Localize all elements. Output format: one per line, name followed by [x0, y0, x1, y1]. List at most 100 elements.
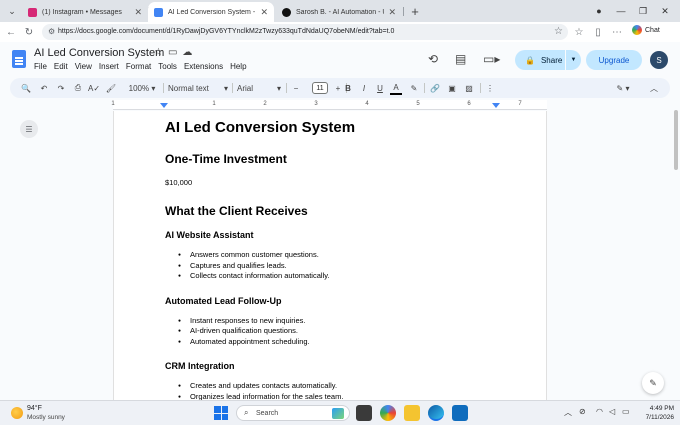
volume-icon[interactable]: ◁	[609, 407, 615, 416]
close-tab-icon[interactable]: ✕	[134, 7, 142, 18]
tab-upwork[interactable]: Sarosh B. - AI Automation - Upwork ✕	[276, 2, 402, 22]
paragraph-style-select[interactable]: Normal text ▾	[168, 81, 228, 95]
text-color-icon[interactable]: A	[390, 81, 402, 95]
close-tab-icon[interactable]: ✕	[260, 7, 268, 18]
highlight-color-icon[interactable]: ✎	[408, 81, 420, 95]
weather-temp[interactable]: 94°F	[27, 405, 42, 412]
editing-mode-icon[interactable]: ✎ ▾	[612, 81, 634, 95]
clock-date[interactable]: 7/11/2026	[638, 414, 674, 421]
taskbar-search[interactable]: ⌕ Search	[236, 405, 350, 421]
menu-edit[interactable]: Edit	[54, 62, 68, 71]
insert-comment-icon[interactable]: ▣	[446, 81, 458, 95]
close-window-icon[interactable]: ✕	[656, 3, 674, 19]
insert-image-icon[interactable]: ▨	[463, 81, 475, 95]
more-menu-icon[interactable]: ⋯	[609, 24, 625, 40]
wifi-icon[interactable]: ◠	[596, 407, 603, 416]
left-indent-marker[interactable]	[160, 103, 168, 108]
new-tab-button[interactable]: +	[407, 3, 423, 19]
ruler-number: 5	[416, 101, 420, 107]
toolbar-divider	[232, 83, 233, 93]
split-view-icon[interactable]: ▯	[590, 24, 606, 40]
document-page[interactable]: AI Led Conversion System One-Time Invest…	[113, 111, 547, 400]
google-docs-logo-icon[interactable]	[12, 50, 26, 68]
menu-view[interactable]: View	[75, 62, 92, 71]
store-icon[interactable]	[452, 405, 468, 421]
bookmark-star-icon[interactable]: ☆	[554, 26, 563, 37]
insert-link-icon[interactable]: 🔗	[429, 81, 441, 95]
redo-icon[interactable]: ↷	[55, 81, 67, 95]
reload-icon[interactable]: ↻	[21, 24, 37, 40]
undo-icon[interactable]: ↶	[38, 81, 50, 95]
menu-extensions[interactable]: Extensions	[184, 62, 223, 71]
comments-icon[interactable]: ▤	[455, 52, 466, 66]
menu-help[interactable]: Help	[230, 62, 246, 71]
history-icon[interactable]: ⟲	[428, 52, 438, 66]
avatar[interactable]: S	[650, 51, 668, 69]
chat-label: Chat	[645, 26, 660, 34]
share-dropdown-icon[interactable]: ▼	[565, 50, 581, 70]
tab-divider	[403, 7, 404, 16]
chrome-icon[interactable]	[380, 405, 396, 421]
star-icon[interactable]: ☆	[154, 47, 163, 58]
search-menus-icon[interactable]: 🔍	[20, 81, 32, 95]
list-item: Organizes lead information for the sales…	[178, 392, 505, 401]
windows-start-icon[interactable]	[214, 406, 228, 420]
ruler-number: 6	[467, 101, 471, 107]
extensions-icon[interactable]: ☆	[571, 24, 587, 40]
menu-file[interactable]: File	[34, 62, 47, 71]
underline-icon[interactable]: U	[374, 81, 386, 95]
tab-title: Sarosh B. - AI Automation - Upwork	[296, 8, 384, 16]
move-folder-icon[interactable]: ▭	[168, 47, 177, 58]
weather-sun-icon[interactable]	[11, 407, 23, 419]
document-outline-icon[interactable]: ☰	[20, 120, 38, 138]
file-explorer-icon[interactable]	[404, 405, 420, 421]
print-icon[interactable]: ⎙	[72, 81, 84, 95]
chat-float-icon[interactable]: ✎	[642, 372, 664, 394]
share-button[interactable]: 🔒 Share ▼	[515, 50, 581, 70]
network-off-icon[interactable]: ⊘	[579, 407, 586, 416]
maximize-icon[interactable]: ❐	[634, 3, 652, 19]
clock-time[interactable]: 4:49 PM	[644, 405, 674, 412]
font-size-input[interactable]: 11	[312, 82, 328, 94]
tab-google-docs[interactable]: AI Led Conversion System - Google Docs ✕	[148, 2, 274, 22]
profile-icon[interactable]: ●	[590, 3, 608, 19]
edge-icon[interactable]	[428, 405, 444, 421]
list-item: Collects contact information automatical…	[178, 271, 505, 282]
document-title[interactable]: AI Led Conversion System	[34, 47, 164, 59]
cloud-status-icon[interactable]: ☁	[182, 47, 192, 58]
italic-icon[interactable]: I	[358, 81, 370, 95]
ruler[interactable]: 1 1 2 3 4 5 6 7	[111, 100, 547, 110]
collapse-menus-icon[interactable]: ︿	[648, 81, 660, 95]
back-icon[interactable]: ←	[3, 24, 19, 40]
task-view-icon[interactable]	[356, 405, 372, 421]
weather-desc[interactable]: Mostly sunny	[27, 414, 65, 421]
site-info-icon[interactable]: ⚙	[48, 27, 55, 36]
right-indent-marker[interactable]	[492, 103, 500, 108]
zoom-select[interactable]: 100% ▾	[122, 81, 162, 95]
chat-button[interactable]: Chat	[632, 25, 660, 35]
more-options-icon[interactable]: ⋮	[486, 81, 494, 95]
upgrade-button[interactable]: Upgrade	[586, 50, 642, 70]
receives-heading: What the Client Receives	[165, 204, 308, 218]
font-select[interactable]: Arial ▾	[237, 81, 281, 95]
show-hidden-icons-icon[interactable]: ︿	[564, 407, 572, 418]
menu-format[interactable]: Format	[126, 62, 151, 71]
tab-search-menu-icon[interactable]: ⌄	[4, 3, 20, 19]
address-bar[interactable]: ⚙ https://docs.google.com/document/d/1Ry…	[42, 24, 568, 40]
bullet-list: Instant responses to new inquiries. AI-d…	[178, 316, 505, 348]
menu-tools[interactable]: Tools	[158, 62, 177, 71]
tab-instagram[interactable]: (1) Instagram • Messages ✕	[22, 2, 148, 22]
bullet-list: Answers common customer questions. Captu…	[178, 250, 505, 282]
meet-video-icon[interactable]: ▭▸	[483, 52, 500, 66]
paint-format-icon[interactable]: 🖌	[105, 81, 117, 95]
close-tab-icon[interactable]: ✕	[388, 7, 396, 18]
bold-icon[interactable]: B	[342, 81, 354, 95]
battery-icon[interactable]: ▭	[622, 407, 630, 416]
browser-tab-strip: ⌄ (1) Instagram • Messages ✕ AI Led Conv…	[0, 0, 680, 22]
minimize-icon[interactable]: —	[612, 3, 630, 19]
spellcheck-icon[interactable]: A✓	[88, 81, 100, 95]
menu-insert[interactable]: Insert	[99, 62, 119, 71]
document-body[interactable]: AI Led Conversion System One-Time Invest…	[165, 119, 505, 400]
decrease-font-size-icon[interactable]: −	[290, 81, 302, 95]
vertical-scrollbar[interactable]	[674, 110, 678, 170]
